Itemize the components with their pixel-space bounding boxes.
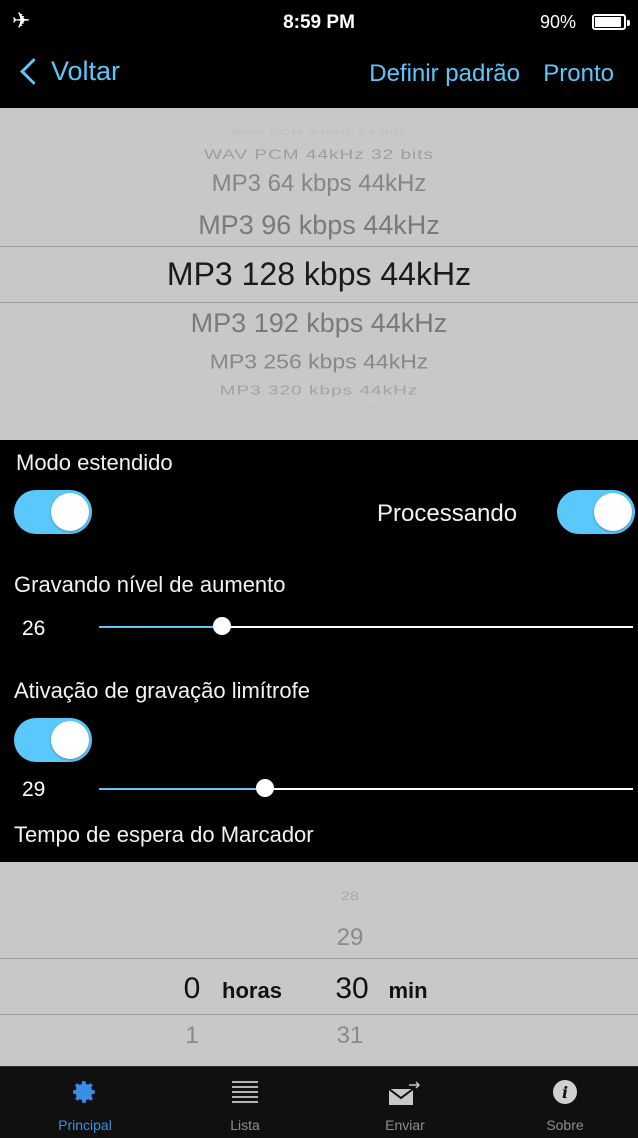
minutes-item[interactable]: 28 bbox=[320, 890, 380, 904]
picker-item[interactable]: MP3 192 kbps 44kHz bbox=[0, 308, 638, 339]
tab-lista[interactable]: Lista bbox=[165, 1067, 325, 1138]
processing-label: Processando bbox=[377, 500, 518, 527]
tab-principal[interactable]: Principal bbox=[5, 1067, 165, 1138]
picker-item[interactable]: MP3 64 kbps 44kHz bbox=[0, 170, 638, 198]
tab-label: Lista bbox=[230, 1117, 260, 1133]
threshold-slider[interactable] bbox=[99, 775, 633, 803]
threshold-activation-label: Ativação de gravação limítrofe bbox=[14, 678, 310, 703]
gain-level-label: Gravando nível de aumento bbox=[14, 572, 286, 597]
slider-thumb[interactable] bbox=[212, 617, 231, 635]
tab-label: Principal bbox=[58, 1117, 112, 1133]
picker-item[interactable]: MP3 96 kbps 44kHz bbox=[0, 210, 638, 241]
tab-bar: Principal Lista Enviar i Sobre bbox=[0, 1066, 638, 1138]
gain-level-slider[interactable] bbox=[99, 613, 633, 641]
processing-toggle[interactable] bbox=[557, 490, 635, 534]
info-icon: i bbox=[485, 1079, 638, 1105]
threshold-activation-toggle[interactable] bbox=[14, 718, 92, 762]
marker-wait-time-label: Tempo de espera do Marcador bbox=[14, 822, 314, 847]
slider-thumb[interactable] bbox=[255, 779, 274, 797]
marker-time-picker[interactable]: 28 29 0 horas 30 min 1 31 bbox=[0, 862, 638, 1066]
hours-selected[interactable]: 0 bbox=[172, 972, 212, 1006]
back-label: Voltar bbox=[51, 56, 121, 86]
picker-item[interactable]: MP3 256 kbps 44kHz bbox=[0, 349, 638, 373]
tab-label: Enviar bbox=[385, 1117, 425, 1133]
navigation-bar: Voltar Definir padrão Pronto bbox=[0, 46, 638, 108]
send-envelope-icon bbox=[325, 1079, 485, 1107]
gear-icon bbox=[5, 1079, 165, 1105]
minutes-unit-label: min bbox=[388, 978, 428, 1003]
format-picker[interactable]: WAV PCM 44kHz 24 bits WAV PCM 44kHz 24 b… bbox=[0, 108, 638, 440]
status-bar: ✈ 8:59 PM 90% bbox=[0, 0, 638, 46]
battery-percentage: 90% bbox=[539, 12, 576, 32]
minutes-selected[interactable]: 30 bbox=[322, 972, 382, 1006]
threshold-value: 29 bbox=[22, 778, 46, 801]
extended-mode-label: Modo estendido bbox=[16, 450, 173, 475]
picker-item[interactable]: AAC 64 kbps 44kHz bbox=[0, 404, 638, 412]
hours-unit-label: horas bbox=[222, 978, 282, 1003]
chevron-left-icon bbox=[20, 58, 47, 85]
set-default-button[interactable]: Definir padrão bbox=[369, 60, 520, 88]
done-button[interactable]: Pronto bbox=[543, 60, 614, 88]
picker-item[interactable]: WAV PCM 44kHz 24 bits bbox=[0, 128, 638, 137]
tab-enviar[interactable]: Enviar bbox=[325, 1067, 485, 1138]
list-icon bbox=[165, 1079, 325, 1105]
minutes-item[interactable]: 29 bbox=[320, 924, 380, 952]
tab-sobre[interactable]: i Sobre bbox=[485, 1067, 638, 1138]
svg-text:i: i bbox=[562, 1083, 568, 1102]
picker-item-selected[interactable]: MP3 128 kbps 44kHz bbox=[0, 256, 638, 293]
back-button[interactable]: Voltar bbox=[18, 56, 120, 87]
minutes-item[interactable]: 31 bbox=[320, 1022, 380, 1050]
battery-icon bbox=[592, 14, 630, 30]
picker-item[interactable]: MP3 320 kbps 44kHz bbox=[0, 383, 638, 398]
hours-item[interactable]: 1 bbox=[172, 1022, 212, 1050]
tab-label: Sobre bbox=[546, 1117, 584, 1133]
gain-level-value: 26 bbox=[22, 617, 46, 640]
extended-mode-toggle[interactable] bbox=[14, 490, 92, 534]
picker-item[interactable]: WAV PCM 44kHz 32 bits bbox=[0, 147, 638, 164]
